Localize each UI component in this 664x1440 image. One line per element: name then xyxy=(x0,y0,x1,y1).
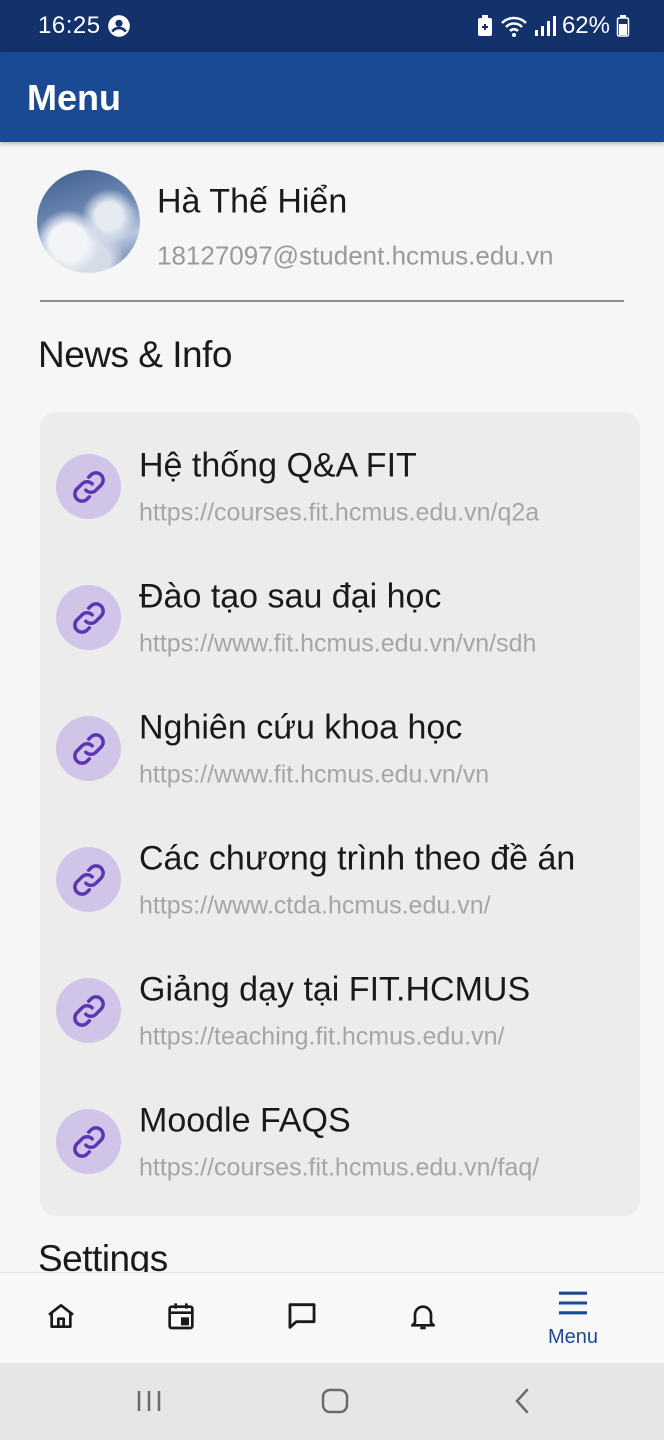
chat-icon xyxy=(285,1299,319,1338)
section-title-news: News & Info xyxy=(38,334,232,375)
link-item-teaching[interactable]: Giảng dạy tại FIT.HCMUS https://teaching… xyxy=(40,936,640,1066)
link-item-postgraduate[interactable]: Đào tạo sau đại học https://www.fit.hcmu… xyxy=(40,543,640,673)
account-circle-icon xyxy=(106,13,132,39)
link-icon xyxy=(56,1109,121,1174)
page-title: Menu xyxy=(27,77,121,118)
nav-calendar[interactable] xyxy=(160,1273,202,1364)
avatar[interactable] xyxy=(37,170,140,273)
home-button[interactable] xyxy=(318,1383,352,1424)
link-icon xyxy=(56,454,121,519)
wifi-icon xyxy=(500,14,528,38)
link-item-qa-fit[interactable]: Hệ thống Q&A FIT https://courses.fit.hcm… xyxy=(40,412,640,542)
system-nav-bar xyxy=(0,1363,664,1440)
link-icon xyxy=(56,847,121,912)
link-title: Nghiên cứu khoa học xyxy=(139,708,463,747)
link-url: https://www.fit.hcmus.edu.vn/vn xyxy=(139,760,490,789)
battery-icon xyxy=(616,14,630,38)
link-icon xyxy=(56,978,121,1043)
menu-content[interactable]: Hà Thế Hiển 18127097@student.hcmus.edu.v… xyxy=(0,142,664,1272)
link-url: https://teaching.fit.hcmus.edu.vn/ xyxy=(139,1022,505,1051)
nav-menu[interactable]: Menu xyxy=(537,1273,609,1364)
recent-apps-button[interactable] xyxy=(134,1383,164,1424)
menu-icon xyxy=(556,1289,590,1322)
link-url: https://www.fit.hcmus.edu.vn/vn/sdh xyxy=(139,629,537,658)
link-icon xyxy=(56,716,121,781)
link-icon xyxy=(56,585,121,650)
section-title-settings: Settings xyxy=(38,1238,168,1272)
calendar-icon xyxy=(165,1300,197,1337)
profile-header[interactable]: Hà Thế Hiển 18127097@student.hcmus.edu.v… xyxy=(37,170,637,280)
nav-home[interactable] xyxy=(40,1273,82,1364)
news-links-card: Hệ thống Q&A FIT https://courses.fit.hcm… xyxy=(40,412,640,1216)
link-title: Moodle FAQS xyxy=(139,1101,351,1140)
link-title: Giảng dạy tại FIT.HCMUS xyxy=(139,970,531,1009)
link-item-programs[interactable]: Các chương trình theo đề án https://www.… xyxy=(40,805,640,935)
divider xyxy=(40,300,624,302)
link-title: Các chương trình theo đề án xyxy=(139,839,576,878)
nav-notifications[interactable] xyxy=(402,1273,444,1364)
status-time: 16:25 xyxy=(38,12,101,39)
profile-email: 18127097@student.hcmus.edu.vn xyxy=(157,240,554,271)
status-bar: 16:25 62% xyxy=(0,0,664,52)
link-url: https://www.ctda.hcmus.edu.vn/ xyxy=(139,891,491,920)
nav-chat[interactable] xyxy=(281,1273,323,1364)
battery-saver-icon xyxy=(476,14,494,38)
bell-icon xyxy=(407,1300,439,1337)
app-bar: Menu xyxy=(0,52,664,142)
link-item-moodle-faqs[interactable]: Moodle FAQS https://courses.fit.hcmus.ed… xyxy=(40,1067,640,1197)
link-url: https://courses.fit.hcmus.edu.vn/q2a xyxy=(139,498,540,527)
nav-menu-label: Menu xyxy=(547,1325,599,1348)
bottom-nav: Menu xyxy=(0,1272,664,1363)
home-icon xyxy=(45,1300,77,1337)
link-title: Hệ thống Q&A FIT xyxy=(139,446,417,485)
back-button[interactable] xyxy=(508,1383,536,1424)
status-icons: 62% xyxy=(476,12,630,40)
profile-name: Hà Thế Hiển xyxy=(157,182,348,221)
signal-icon xyxy=(534,14,556,38)
link-item-research[interactable]: Nghiên cứu khoa học https://www.fit.hcmu… xyxy=(40,674,640,804)
link-url: https://courses.fit.hcmus.edu.vn/faq/ xyxy=(139,1153,540,1182)
battery-percent: 62% xyxy=(561,12,610,39)
link-title: Đào tạo sau đại học xyxy=(139,577,442,616)
